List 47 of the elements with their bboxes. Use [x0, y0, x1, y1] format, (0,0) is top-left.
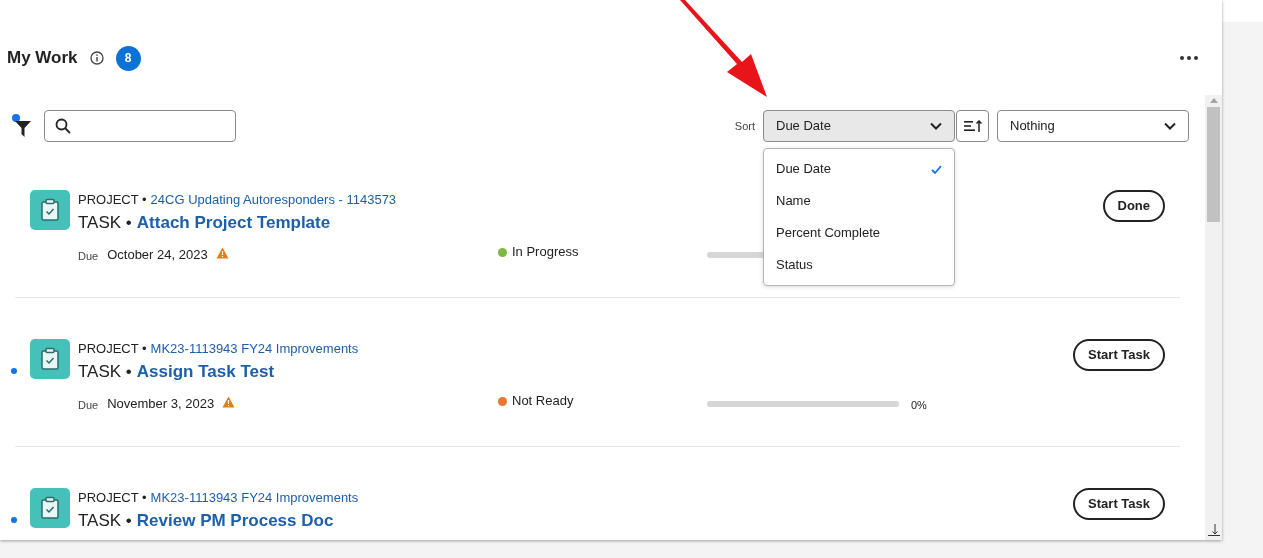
filter-icon[interactable] — [12, 114, 32, 138]
percent-text: 0% — [911, 397, 927, 413]
scroll-thumb[interactable] — [1207, 107, 1220, 222]
sort-option[interactable]: Due Date — [764, 153, 954, 185]
sort-dropdown[interactable]: Due Date — [763, 110, 955, 142]
sort-option[interactable]: Percent Complete — [764, 217, 954, 249]
checkmark-icon — [931, 164, 942, 174]
sort-option[interactable]: Status — [764, 249, 954, 281]
task-icon — [30, 339, 70, 379]
sort-order-button[interactable] — [956, 110, 989, 142]
project-link[interactable]: MK23-1113943 FY24 Improvements — [150, 489, 359, 507]
chevron-down-icon — [1164, 122, 1176, 130]
status-text: In Progress — [512, 243, 579, 262]
action-button[interactable]: Done — [1102, 190, 1165, 222]
sort-label: Sort — [734, 118, 755, 134]
more-icon[interactable] — [1180, 56, 1198, 60]
action-button[interactable]: Start Task — [1073, 488, 1165, 520]
search-field[interactable] — [44, 110, 236, 142]
project-link[interactable]: MK23-1113943 FY24 Improvements — [150, 340, 359, 358]
task-icon — [30, 190, 70, 230]
count-badge: 8 — [115, 45, 141, 71]
task-label: TASK • — [78, 510, 132, 532]
task-link[interactable]: Attach Project Template — [136, 211, 331, 235]
info-icon[interactable] — [89, 51, 104, 65]
task-label: TASK • — [78, 212, 132, 234]
project-label: PROJECT • — [78, 489, 147, 507]
sort-ascending-icon — [963, 120, 982, 132]
due-date: November 3, 2023 — [107, 395, 215, 414]
project-link[interactable]: 24CG Updating Autoresponders - 1143573 — [150, 191, 397, 209]
due-date: October 24, 2023 — [107, 246, 208, 265]
search-icon — [55, 118, 71, 134]
status-text: Not Ready — [512, 392, 574, 411]
project-label: PROJECT • — [78, 191, 147, 209]
scroll-down-icon[interactable] — [1207, 524, 1220, 536]
project-label: PROJECT • — [78, 340, 147, 358]
task-link[interactable]: Review PM Process Doc — [136, 509, 334, 533]
task-link[interactable]: Assign Task Test — [136, 360, 275, 384]
panel-title: My Work — [7, 47, 78, 70]
due-label: Due — [78, 249, 99, 265]
action-button[interactable]: Start Task — [1073, 339, 1165, 371]
sort-option[interactable]: Name — [764, 185, 954, 217]
scrollbar[interactable] — [1205, 95, 1222, 540]
task-label: TASK • — [78, 361, 132, 383]
group-dropdown[interactable]: Nothing — [997, 110, 1189, 142]
task-icon — [30, 488, 70, 528]
chevron-down-icon — [930, 122, 942, 130]
due-label: Due — [78, 398, 99, 414]
